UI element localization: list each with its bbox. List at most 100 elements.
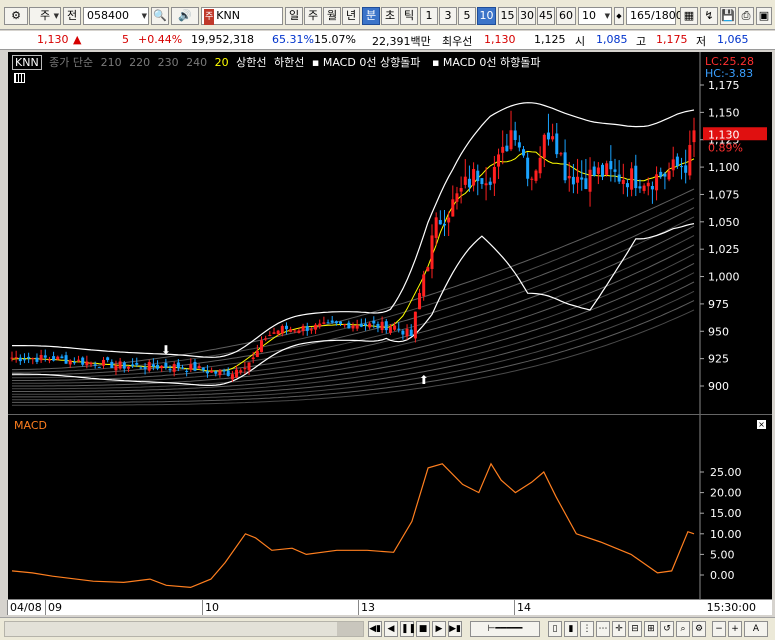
candle-body	[347, 322, 351, 329]
market-type-dropdown[interactable]: 주	[29, 7, 61, 25]
crosshair-icon[interactable]: ✛	[612, 621, 626, 637]
plus-icon[interactable]: +	[728, 621, 742, 637]
zoom-box-icon[interactable]: ▯	[548, 621, 562, 637]
best-bid: 1,125	[534, 33, 566, 46]
candle-body	[621, 179, 625, 184]
quote-strip: 1,130 ▲ 5 +0.44% 19,952,318 65.31% 15.07…	[0, 31, 775, 50]
candle-body	[438, 220, 442, 225]
zoom-out-bars-icon[interactable]: ⋮	[580, 621, 594, 637]
interval-button[interactable]: 30	[518, 7, 536, 25]
candle-body	[630, 168, 634, 190]
refresh-icon[interactable]: ↺	[660, 621, 674, 637]
open-label: 시	[575, 35, 586, 48]
candle-body	[397, 328, 401, 330]
candle-body	[164, 362, 168, 368]
candle-body	[426, 267, 430, 272]
candle-body	[650, 186, 654, 190]
period-sec-button[interactable]: 초	[381, 7, 399, 25]
prev-icon[interactable]: ◀	[384, 621, 398, 637]
hc-label: HC:-3.83	[705, 67, 753, 80]
trade-amount: 22,391백만	[372, 35, 431, 48]
candle-body	[276, 330, 280, 335]
search-chart-icon[interactable]: ⌕	[676, 621, 690, 637]
turnover-rate: 15.07%	[314, 33, 356, 46]
grid-toggle-icon[interactable]: ▦	[680, 7, 698, 25]
candle-body	[160, 365, 164, 369]
period-year-button[interactable]: 년	[342, 7, 360, 25]
next-icon[interactable]: ▶	[432, 621, 446, 637]
chart-area[interactable]: KNN 종가 단순 210 220 230 240 20 상한선 하한선 ▪ M…	[8, 52, 772, 615]
interval-button[interactable]: 45	[537, 7, 555, 25]
candle-body	[235, 369, 239, 378]
zoom-slider[interactable]: ⊢━━━━━	[470, 621, 540, 637]
save-icon[interactable]: 💾	[720, 7, 736, 25]
indicator-icon[interactable]: ↯	[700, 7, 718, 25]
layout-icon[interactable]: ▣	[756, 7, 772, 25]
candle-body	[667, 170, 671, 180]
period-day-button[interactable]: 일	[285, 7, 303, 25]
font-size-icon[interactable]: A	[744, 621, 768, 637]
interval-dropdown[interactable]: 10	[578, 7, 612, 25]
split-icon[interactable]: ⊟	[628, 621, 642, 637]
candle-body	[22, 359, 26, 361]
prev-button[interactable]: 전	[63, 7, 81, 25]
macd-tick-label: 20.00	[710, 487, 742, 500]
chart-type-icon[interactable]: ▮	[564, 621, 578, 637]
settings-icon[interactable]: ⚙	[692, 621, 706, 637]
high-label: 고	[636, 35, 647, 48]
stock-name-field[interactable]: 주 KNN	[201, 7, 283, 25]
interval-button[interactable]: 15	[498, 7, 517, 25]
scrollbar-thumb[interactable]	[337, 622, 363, 636]
chart-scrollbar[interactable]	[4, 621, 364, 637]
period-tick-button[interactable]: 틱	[400, 7, 418, 25]
spin-arrow-icon[interactable]: ◆	[614, 7, 624, 25]
change-amount: 5	[122, 33, 129, 46]
current-price-axis-label: 1,130	[708, 128, 740, 141]
search-icon[interactable]: 🔍	[151, 7, 169, 25]
interval-button[interactable]: 5	[458, 7, 476, 25]
buy-signal-icon: ⬆	[419, 373, 429, 387]
candle-body	[675, 156, 679, 167]
period-min-button[interactable]: 분	[362, 7, 380, 25]
candle-body	[68, 360, 72, 365]
panel-separator[interactable]	[8, 414, 772, 415]
candle-body	[405, 328, 409, 337]
interval-button[interactable]: 1	[420, 7, 438, 25]
candle-body	[181, 367, 184, 369]
candle-body	[334, 321, 338, 324]
low-label: 저	[696, 35, 707, 48]
period-week-button[interactable]: 주	[304, 7, 322, 25]
candle-body	[309, 329, 313, 331]
print-icon[interactable]: ⎙	[738, 7, 754, 25]
candle-body	[284, 325, 288, 330]
first-icon[interactable]: ◀▮	[368, 621, 382, 637]
candle-body	[588, 169, 592, 192]
candle-body	[126, 366, 130, 369]
fit-icon[interactable]: ⊞	[644, 621, 658, 637]
candle-body	[110, 361, 114, 368]
last-icon[interactable]: ▶▮	[448, 621, 462, 637]
best-ask: 1,130	[484, 33, 516, 46]
minus-icon[interactable]: −	[712, 621, 726, 637]
candle-body	[455, 193, 459, 202]
candle-body	[106, 357, 110, 361]
interval-button[interactable]: 60	[556, 7, 576, 25]
macd-title: MACD	[14, 419, 47, 432]
candle-body	[293, 330, 297, 332]
candle-body	[272, 332, 276, 334]
macd-tick-label: 10.00	[710, 528, 742, 541]
zoom-in-bars-icon[interactable]: ⋯	[596, 621, 610, 637]
close-panel-icon[interactable]: ×	[757, 420, 766, 429]
stop-icon[interactable]: ■	[416, 621, 430, 637]
pause-icon[interactable]: ❚❚	[400, 621, 416, 637]
bar-count-input[interactable]: 165/1800	[626, 7, 683, 25]
speaker-icon[interactable]: 🔊	[171, 7, 199, 25]
interval-button[interactable]: 10	[477, 7, 496, 25]
chart-settings-icon[interactable]: ⚙	[4, 7, 28, 25]
interval-button[interactable]: 3	[439, 7, 457, 25]
date-label: 10	[202, 600, 219, 615]
candle-body	[522, 149, 525, 156]
stock-code-input[interactable]: 058400	[83, 7, 149, 25]
period-month-button[interactable]: 월	[323, 7, 341, 25]
candle-body	[555, 133, 559, 155]
